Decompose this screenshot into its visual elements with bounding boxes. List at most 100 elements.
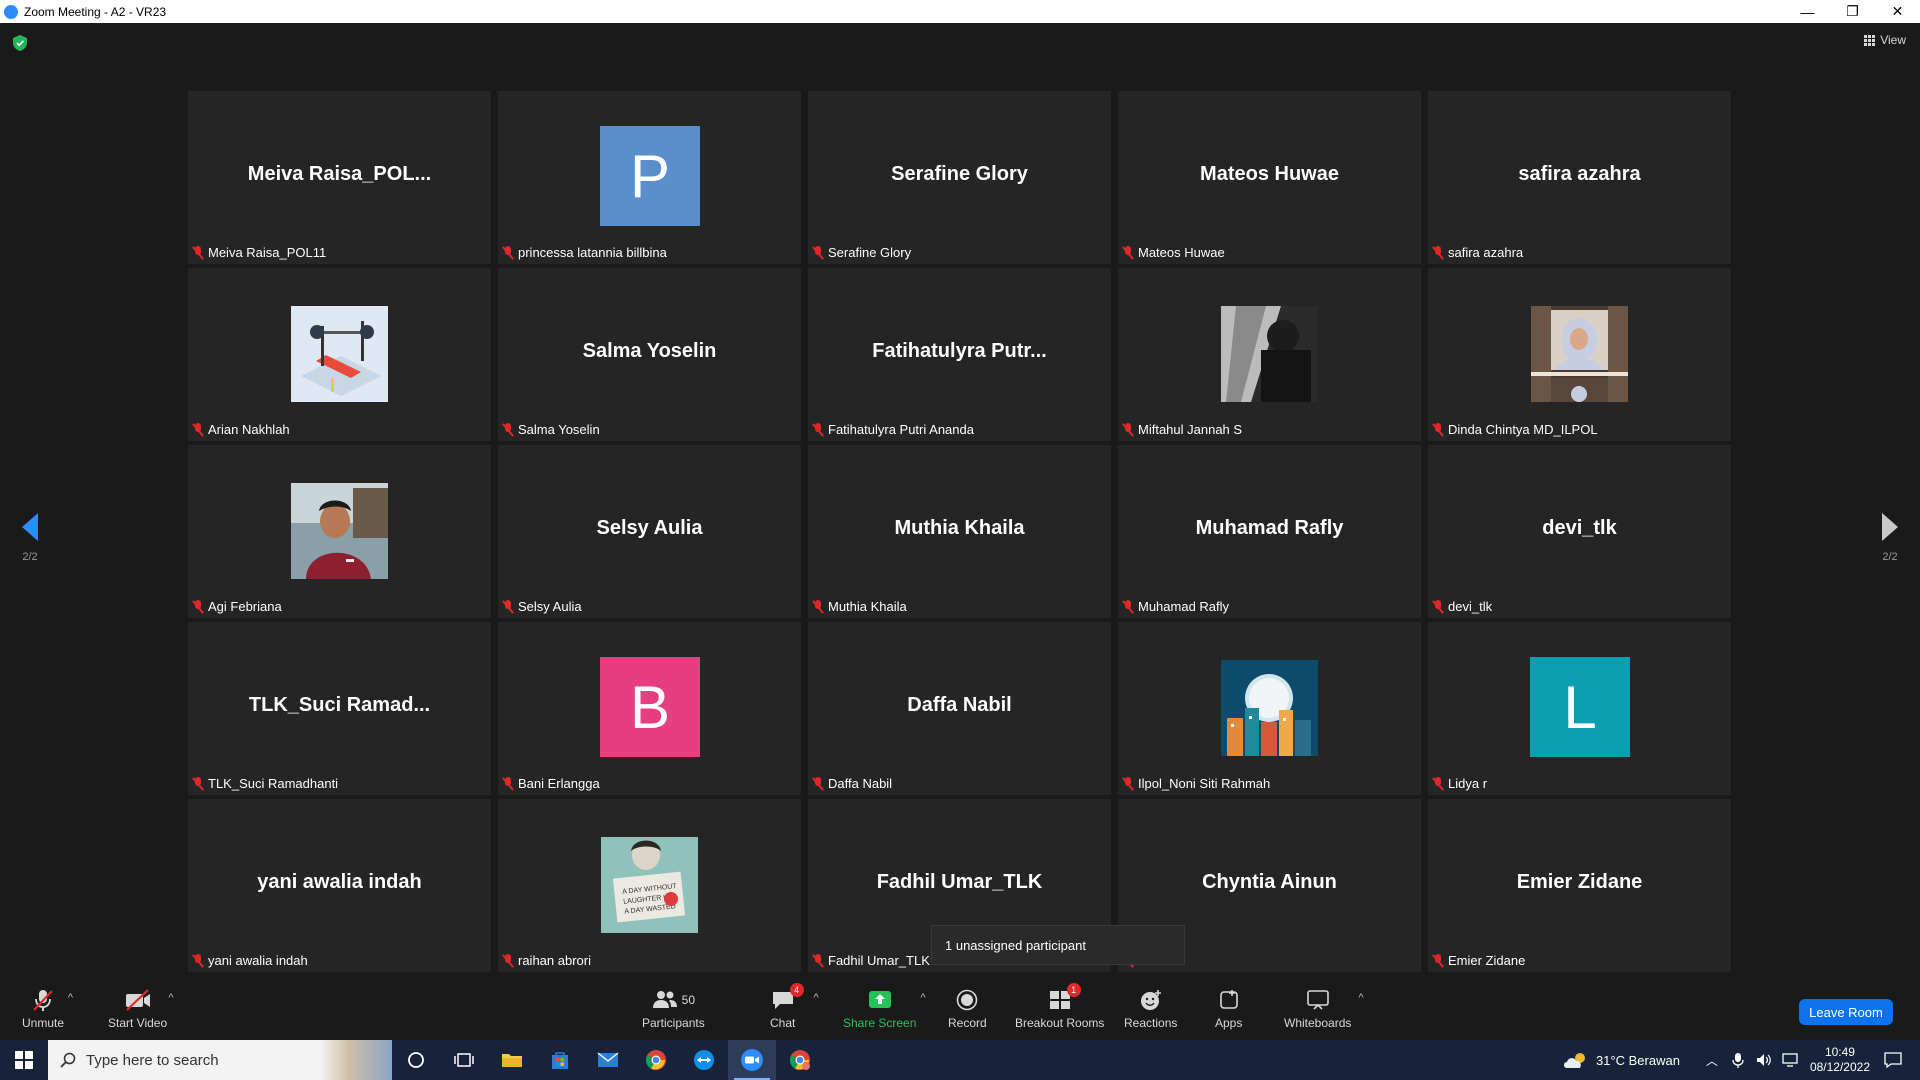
participant-initial-avatar: L bbox=[1530, 657, 1630, 757]
participant-tile[interactable]: Emier Zidane Emier Zidane bbox=[1428, 799, 1731, 972]
next-page-button[interactable]: 2/2 bbox=[1870, 513, 1910, 563]
participant-tile[interactable]: Muhamad Rafly Muhamad Rafly bbox=[1118, 445, 1421, 618]
participant-name: Serafine Glory bbox=[828, 245, 912, 260]
breakout-rooms-label: Breakout Rooms bbox=[1015, 1016, 1105, 1030]
participant-name: Muthia Khaila bbox=[828, 599, 907, 614]
start-button[interactable] bbox=[0, 1040, 48, 1080]
mic-muted-icon bbox=[1122, 599, 1134, 614]
share-screen-button[interactable]: ^ Share Screen bbox=[843, 988, 926, 1030]
video-options-caret[interactable]: ^ bbox=[168, 992, 173, 1004]
weather-text[interactable]: 31°C Berawan bbox=[1596, 1053, 1680, 1068]
chat-badge: 4 bbox=[789, 983, 804, 997]
folder-icon bbox=[502, 1054, 522, 1067]
reactions-label: Reactions bbox=[1124, 1016, 1178, 1030]
participant-tile[interactable]: safira azahra safira azahra bbox=[1428, 91, 1731, 264]
participant-tile[interactable]: B Bani Erlangga bbox=[498, 622, 801, 795]
previous-page-button[interactable]: 2/2 bbox=[10, 513, 50, 563]
speaker-icon[interactable] bbox=[1756, 1053, 1772, 1067]
audio-options-caret[interactable]: ^ bbox=[68, 992, 73, 1004]
mic-muted-icon bbox=[1122, 245, 1134, 260]
apps-button[interactable]: Apps bbox=[1215, 988, 1242, 1030]
participants-button[interactable]: 50 Participants bbox=[642, 988, 705, 1030]
search-highlight-image bbox=[320, 1040, 392, 1080]
mail-button[interactable] bbox=[584, 1040, 632, 1080]
cortana-button[interactable] bbox=[392, 1040, 440, 1080]
breakout-rooms-button[interactable]: 1 Breakout Rooms bbox=[1015, 983, 1105, 1030]
chat-options-caret[interactable]: ^ bbox=[814, 992, 819, 1004]
participant-tile[interactable]: Salma Yoselin Salma Yoselin bbox=[498, 268, 801, 441]
participant-name: TLK_Suci Ramadhanti bbox=[208, 776, 339, 791]
participant-profile-photo: A DAY WITHOUT LAUGHTER IS A DAY WASTED bbox=[601, 837, 698, 933]
participant-name-label: raihan abrori bbox=[502, 952, 591, 969]
participant-name: Mateos Huwae bbox=[1138, 245, 1225, 260]
participant-tile[interactable]: Muthia Khaila Muthia Khaila bbox=[808, 445, 1111, 618]
reactions-button[interactable]: Reactions bbox=[1124, 988, 1177, 1030]
video-grid: Meiva Raisa_POL... Meiva Raisa_POL11 Pprin… bbox=[188, 91, 1731, 972]
participant-name: Dinda Chintya MD_ILPOL bbox=[1448, 422, 1598, 437]
participant-tile[interactable]: Selsy Aulia Selsy Aulia bbox=[498, 445, 801, 618]
leave-room-button[interactable]: Leave Room bbox=[1799, 999, 1893, 1025]
whiteboards-button[interactable]: ^ Whiteboards bbox=[1284, 988, 1364, 1030]
participant-tile[interactable]: Dinda Chintya MD_ILPOL bbox=[1428, 268, 1731, 441]
participant-tile[interactable]: Fatihatulyra Putr... Fatihatulyra Putri A… bbox=[808, 268, 1111, 441]
store-button[interactable] bbox=[536, 1040, 584, 1080]
network-icon[interactable] bbox=[1782, 1053, 1800, 1067]
participant-name-label: princessa latannia billbina bbox=[502, 244, 667, 261]
file-explorer-button[interactable] bbox=[488, 1040, 536, 1080]
chrome-profile-button[interactable] bbox=[776, 1040, 824, 1080]
participants-count: 50 bbox=[681, 993, 696, 1007]
zoom-taskbar-button[interactable] bbox=[728, 1040, 776, 1080]
participant-tile[interactable]: Arian Nakhlah bbox=[188, 268, 491, 441]
participant-name: princessa latannia billbina bbox=[518, 245, 667, 260]
unmute-button[interactable]: ^ Unmute bbox=[22, 988, 73, 1030]
taskbar-search-box[interactable]: Type here to search bbox=[48, 1040, 392, 1080]
shield-icon[interactable] bbox=[13, 35, 27, 51]
participant-tile[interactable]: Ilpol_Noni Siti Rahmah bbox=[1118, 622, 1421, 795]
microphone-icon[interactable] bbox=[1732, 1052, 1744, 1068]
chat-label: Chat bbox=[770, 1016, 796, 1030]
participant-tile[interactable]: Daffa Nabil Daffa Nabil bbox=[808, 622, 1111, 795]
mic-muted-icon bbox=[812, 245, 824, 260]
participant-tile[interactable]: Meiva Raisa_POL... Meiva Raisa_POL11 bbox=[188, 91, 491, 264]
whiteboards-options-caret[interactable]: ^ bbox=[1359, 992, 1364, 1004]
participant-tile[interactable]: Miftahul Jannah S bbox=[1118, 268, 1421, 441]
participant-tile[interactable]: A DAY WITHOUT LAUGHTER IS A DAY WASTED raih… bbox=[498, 799, 801, 972]
chevron-up-icon[interactable]: ︿ bbox=[1706, 1052, 1718, 1069]
clock-time: 10:49 bbox=[1824, 1045, 1855, 1059]
participant-name: Emier Zidane bbox=[1448, 953, 1526, 968]
close-button[interactable]: ✕ bbox=[1875, 0, 1920, 23]
notification-icon[interactable] bbox=[1884, 1051, 1902, 1069]
minimize-button[interactable]: — bbox=[1785, 0, 1830, 23]
share-options-caret[interactable]: ^ bbox=[921, 992, 926, 1004]
participant-tile[interactable]: Pprincessa latannia billbina bbox=[498, 91, 801, 264]
taskbar-clock[interactable]: 10:49 08/12/2022 bbox=[1810, 1045, 1870, 1075]
participant-tile[interactable]: yani awalia indah yani awalia indah bbox=[188, 799, 491, 972]
participant-display-name: Muthia Khaila bbox=[894, 517, 1025, 539]
participant-tile[interactable]: Serafine Glory Serafine Glory bbox=[808, 91, 1111, 264]
teamviewer-button[interactable] bbox=[680, 1040, 728, 1080]
view-button[interactable]: View bbox=[1864, 33, 1906, 47]
participant-tile[interactable]: Agi Febriana bbox=[188, 445, 491, 618]
maximize-button[interactable]: ❐ bbox=[1830, 0, 1875, 23]
chrome-button[interactable] bbox=[632, 1040, 680, 1080]
participant-display-name: Daffa Nabil bbox=[907, 694, 1012, 716]
start-video-button[interactable]: ^ Start Video bbox=[108, 988, 174, 1030]
participant-tile[interactable]: L Lidya r bbox=[1428, 622, 1731, 795]
participant-name-label: Muthia Khaila bbox=[812, 598, 907, 615]
participant-name: devi_tlk bbox=[1448, 599, 1493, 614]
participant-profile-photo bbox=[1221, 660, 1318, 756]
participant-tile[interactable]: devi_tlk devi_tlk bbox=[1428, 445, 1731, 618]
participant-name-label: Serafine Glory bbox=[812, 244, 911, 261]
participant-display-name: TLK_Suci Ramad... bbox=[248, 694, 431, 716]
task-view-button[interactable] bbox=[440, 1040, 488, 1080]
chat-button[interactable]: 4 ^ Chat bbox=[770, 983, 819, 1030]
mic-muted-icon bbox=[192, 599, 204, 614]
mic-muted-icon bbox=[502, 953, 514, 968]
participant-name-label: Fatihatulyra Putri Ananda bbox=[812, 421, 974, 438]
participant-display-name: Selsy Aulia bbox=[596, 517, 703, 539]
breakout-badge: 1 bbox=[1066, 983, 1081, 997]
record-button[interactable]: Record bbox=[948, 988, 987, 1030]
windows-logo-icon bbox=[15, 1051, 33, 1069]
participant-tile[interactable]: Mateos Huwae Mateos Huwae bbox=[1118, 91, 1421, 264]
participant-tile[interactable]: TLK_Suci Ramad... TLK_Suci Ramadhanti bbox=[188, 622, 491, 795]
